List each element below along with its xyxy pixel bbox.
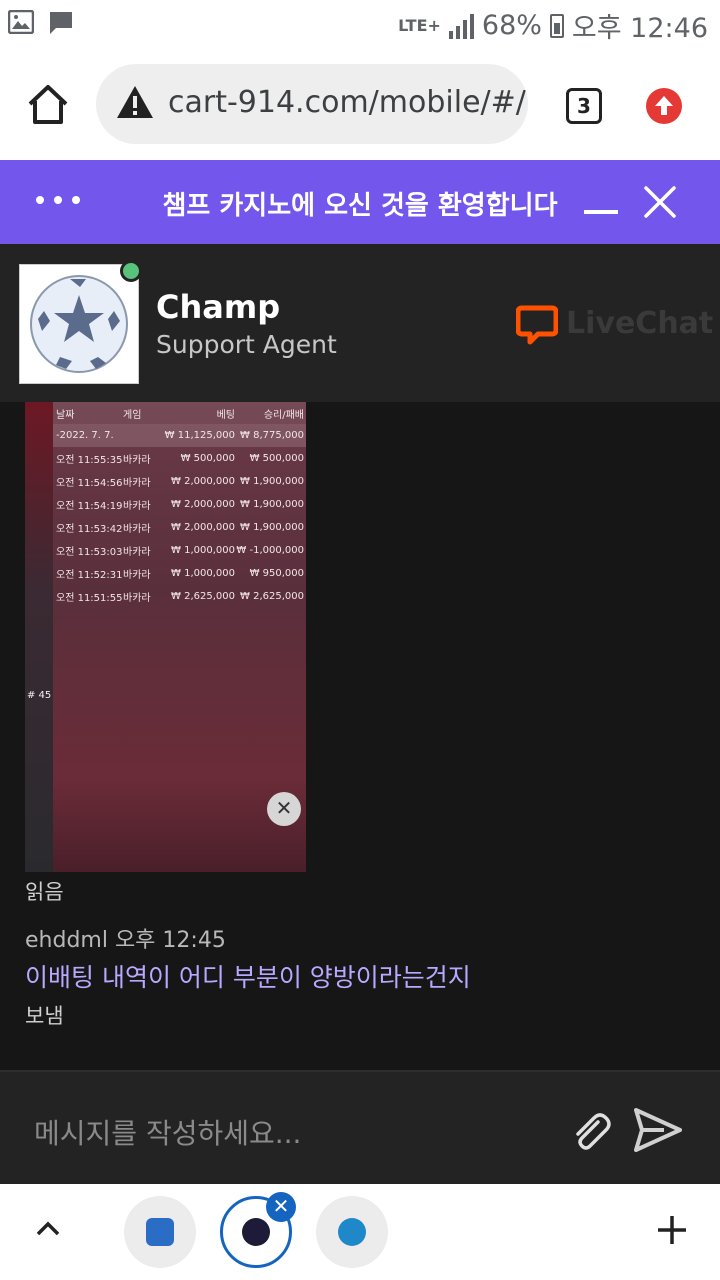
clock: 오후 12:46 (571, 13, 708, 44)
upload-icon[interactable] (646, 88, 682, 124)
read-receipt: 읽음 (25, 880, 64, 904)
browser-bottom-bar (0, 1184, 720, 1280)
attachment-background (25, 402, 53, 872)
cell-game: 바카라 (123, 570, 151, 581)
betting-history-table: 날짜 게임 베팅 승리/패배 -2022. 7. 7. ₩ 11,125,000… (53, 402, 306, 608)
tab-3[interactable] (316, 1196, 388, 1268)
cell-date: 오전 11:54:19 (56, 501, 123, 512)
signal-icon (448, 13, 474, 39)
cell-date: 오전 11:53:42 (56, 524, 123, 535)
paperclip-icon[interactable] (568, 1110, 612, 1154)
chat-header: 챔프 카지노에 오신 것을 환영합니다 (0, 160, 720, 244)
column-header: 승리/패배 (263, 409, 304, 421)
table-row: 오전 11:53:42 바카라 ₩ 2,000,000 ₩ 1,900,000 (53, 516, 306, 539)
soccer-ball-icon (242, 1218, 270, 1246)
cell-result: ₩ 500,000 (249, 453, 304, 464)
agent-name: Champ (156, 288, 281, 326)
cell-game: 바카라 (123, 593, 151, 604)
wordpress-icon (338, 1218, 366, 1246)
cell-result: ₩ 8,775,000 (240, 430, 304, 441)
message-list[interactable]: # 45 날짜 게임 베팅 승리/패배 -2022. 7. 7. ₩ 11,12… (0, 402, 720, 1070)
url-text[interactable]: cart-914.com/mobile/#/ (168, 85, 526, 120)
cell-game: 바카라 (123, 478, 151, 489)
message-composer: 메시지를 작성하세요... (0, 1070, 720, 1184)
message-icon (50, 12, 72, 34)
address-bar[interactable]: cart-914.com/mobile/#/ (96, 64, 528, 144)
cell-date: -2022. 7. 7. (56, 430, 114, 441)
cell-bet: ₩ 2,625,000 (171, 591, 235, 602)
column-header: 날짜 (56, 409, 75, 421)
cell-date: 오전 11:51:55 (56, 593, 123, 604)
cell-bet: ₩ 11,125,000 (164, 430, 235, 441)
message-text: 이배팅 내역이 어디 부분이 양방이라는건지 (25, 963, 471, 992)
online-status-icon (120, 260, 142, 282)
cell-date: 오전 11:53:03 (56, 547, 123, 558)
table-row: 오전 11:54:19 바카라 ₩ 2,000,000 ₩ 1,900,000 (53, 493, 306, 516)
browser-toolbar: cart-914.com/mobile/#/ 3 (0, 48, 720, 160)
cell-date: 오전 11:55:35 (56, 455, 123, 466)
cell-result: ₩ 2,625,000 (240, 591, 304, 602)
agent-header: Champ Support Agent LiveChat (0, 244, 720, 402)
cell-game: 바카라 (123, 501, 151, 512)
site-favicon-icon (146, 1218, 174, 1246)
soccer-ball-icon (30, 275, 128, 373)
home-icon[interactable] (24, 82, 72, 126)
cell-result: ₩ 950,000 (249, 568, 304, 579)
table-row-total: -2022. 7. 7. ₩ 11,125,000 ₩ 8,775,000 (53, 424, 306, 447)
status-bar: LTE+ 68% 오후 12:46 (0, 0, 720, 48)
livechat-logo-icon (516, 305, 558, 345)
agent-role: Support Agent (156, 330, 337, 359)
cell-bet: ₩ 1,000,000 (171, 568, 235, 579)
sent-status: 보냄 (25, 1004, 64, 1028)
cell-bet: ₩ 1,000,000 (171, 545, 235, 556)
cell-bet: ₩ 2,000,000 (171, 499, 235, 510)
send-icon[interactable] (634, 1108, 682, 1152)
cell-bet: ₩ 2,000,000 (171, 476, 235, 487)
column-header: 베팅 (216, 409, 235, 421)
cell-game: 바카라 (123, 524, 151, 535)
table-row: 오전 11:52:31 바카라 ₩ 1,000,000 ₩ 950,000 (53, 562, 306, 585)
battery-icon (549, 13, 564, 38)
table-row: 오전 11:51:55 바카라 ₩ 2,625,000 ₩ 2,625,000 (53, 585, 306, 608)
tab-1[interactable] (124, 1196, 196, 1268)
cell-game: 바카라 (123, 455, 151, 466)
table-row: 오전 11:53:03 바카라 ₩ 1,000,000 ₩ -1,000,000 (53, 539, 306, 562)
message-input[interactable]: 메시지를 작성하세요... (34, 1112, 301, 1152)
close-icon[interactable]: ✕ (267, 792, 301, 826)
table-header: 날짜 게임 베팅 승리/패배 (53, 402, 306, 424)
chevron-up-icon[interactable] (34, 1218, 62, 1238)
close-icon[interactable] (642, 184, 678, 220)
avatar (19, 264, 139, 384)
table-row: 오전 11:55:35 바카라 ₩ 500,000 ₩ 500,000 (53, 447, 306, 470)
attachment-side-label: # 45 (27, 690, 52, 701)
plus-icon[interactable] (656, 1214, 688, 1246)
gallery-icon (8, 10, 34, 34)
cell-game: 바카라 (123, 547, 151, 558)
minimize-icon[interactable] (584, 210, 618, 214)
battery-percent: 68% (481, 10, 542, 41)
tab-switcher-button[interactable]: 3 (566, 88, 602, 124)
livechat-brand: LiveChat (566, 306, 714, 341)
cell-result: ₩ 1,900,000 (240, 499, 304, 510)
network-type: LTE+ (398, 15, 441, 35)
message-meta: ehddml 오후 12:45 (25, 928, 226, 953)
cell-date: 오전 11:54:56 (56, 478, 123, 489)
cell-date: 오전 11:52:31 (56, 570, 123, 581)
chat-title: 챔프 카지노에 오신 것을 환영합니다 (162, 191, 558, 221)
table-row: 오전 11:54:56 바카라 ₩ 2,000,000 ₩ 1,900,000 (53, 470, 306, 493)
image-attachment[interactable]: # 45 날짜 게임 베팅 승리/패배 -2022. 7. 7. ₩ 11,12… (25, 402, 306, 872)
warning-icon[interactable] (116, 84, 154, 120)
cell-result: ₩ -1,000,000 (236, 545, 304, 556)
cell-bet: ₩ 500,000 (180, 453, 235, 464)
column-header: 게임 (123, 409, 142, 421)
cell-result: ₩ 1,900,000 (240, 476, 304, 487)
cell-result: ₩ 1,900,000 (240, 522, 304, 533)
cell-bet: ₩ 2,000,000 (171, 522, 235, 533)
close-tab-icon[interactable]: ✕ (266, 1192, 296, 1222)
